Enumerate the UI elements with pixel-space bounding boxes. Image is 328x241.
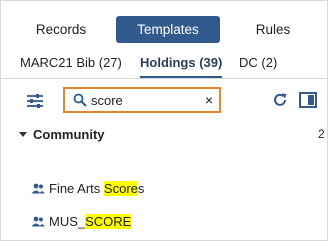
filter-button[interactable] (25, 91, 45, 111)
group-label: Community (33, 127, 105, 142)
list-item[interactable]: Fine Arts Scores (1, 177, 327, 201)
panel-toggle-icon (299, 92, 317, 108)
users-icon (31, 183, 45, 194)
refresh-icon (274, 93, 287, 106)
search-icon (73, 93, 87, 107)
top-tab-bar: Records Templates Rules (1, 1, 327, 47)
tree-group-community[interactable]: Community 2 (1, 123, 327, 147)
clear-search-icon[interactable]: × (205, 90, 213, 110)
tab-holdings[interactable]: Holdings (39) (140, 55, 223, 78)
item-label: MUS_SCORE (49, 214, 132, 229)
tab-dc[interactable]: DC (2) (239, 55, 277, 70)
list-item[interactable]: MUS_SCORE (1, 210, 327, 234)
templates-panel: Records Templates Rules MARC21 Bib (27) … (0, 0, 328, 241)
tab-templates[interactable]: Templates (116, 16, 220, 43)
refresh-button[interactable] (271, 91, 289, 109)
search-field: × (63, 87, 221, 113)
format-tab-bar: MARC21 Bib (27) Holdings (39) DC (2) (1, 50, 327, 79)
group-count: 2 (318, 127, 325, 141)
tab-rules[interactable]: Rules (233, 16, 313, 43)
search-input[interactable] (91, 90, 201, 110)
sliders-icon (27, 94, 43, 108)
users-icon (31, 216, 45, 227)
tab-marc21-bib[interactable]: MARC21 Bib (27) (20, 55, 122, 70)
template-tree: Community 2 Fine Arts Scores MUS_SCORE (1, 123, 327, 241)
panel-toggle-button[interactable] (299, 92, 317, 108)
toolbar: × (1, 79, 327, 123)
item-label: Fine Arts Scores (49, 181, 145, 196)
tab-records[interactable]: Records (21, 16, 101, 43)
search-match-highlight: SCORE (85, 214, 132, 229)
chevron-down-icon[interactable] (19, 132, 27, 137)
search-match-highlight: Score (103, 181, 138, 196)
